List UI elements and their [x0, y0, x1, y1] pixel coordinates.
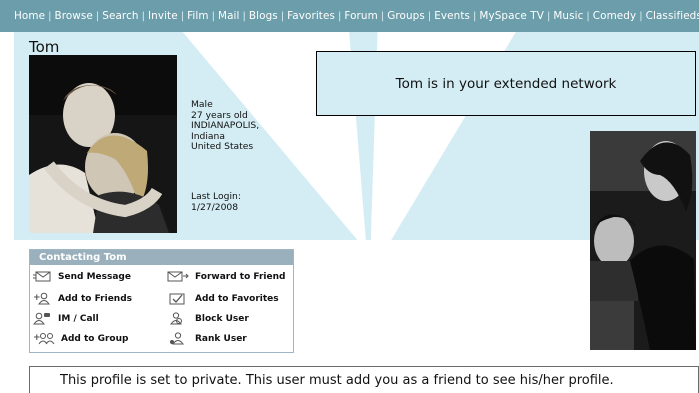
private-profile-notice: This profile is set to private. This use…	[29, 366, 699, 393]
nav-classifieds[interactable]: Classifieds	[646, 10, 699, 22]
nav-separator: |	[141, 10, 145, 22]
nav-separator: |	[427, 10, 432, 22]
rank-user-icon	[170, 332, 184, 345]
profile-name: Tom	[29, 38, 60, 56]
block-user-label: Block User	[195, 313, 249, 324]
last-login-date: 1/27/2008	[191, 201, 239, 213]
last-login: Last Login: 1/27/2008	[191, 191, 241, 213]
extended-network-text: Tom is in your extended network	[395, 75, 617, 92]
add-to-favorites-label: Add to Favorites	[195, 293, 279, 304]
nav-separator: |	[95, 10, 100, 22]
im-call-icon	[33, 312, 50, 325]
profile-details: Male 27 years old INDIANAPOLIS, Indiana …	[191, 99, 259, 153]
svg-text:+: +	[33, 333, 41, 343]
nav-separator: |	[639, 10, 643, 22]
favorites-icon	[169, 293, 185, 305]
nav-blogs[interactable]: Blogs	[249, 10, 278, 22]
nav-events[interactable]: Events	[434, 10, 470, 22]
contact-box-title: Contacting Tom	[30, 250, 293, 265]
last-login-label: Last Login:	[191, 191, 241, 202]
profile-gender: Male	[191, 99, 213, 110]
nav-mail[interactable]: Mail	[218, 10, 240, 22]
im-call-link[interactable]: IM / Call	[33, 312, 99, 325]
nav-separator: |	[211, 10, 215, 22]
nav-separator: |	[586, 10, 590, 22]
add-to-group-label: Add to Group	[61, 333, 129, 344]
send-message-label: Send Message	[58, 271, 131, 282]
nav-film[interactable]: Film	[187, 10, 209, 22]
top-navigation: Home | Browse | Search | Invite | Film | Mail…	[0, 0, 699, 32]
add-person-icon: +	[33, 292, 50, 305]
nav-separator: |	[380, 10, 385, 22]
forward-to-friend-label: Forward to Friend	[195, 271, 286, 282]
add-group-icon: +	[33, 333, 55, 345]
nav-separator: |	[180, 10, 185, 22]
nav-separator: |	[280, 10, 285, 22]
nav-myspace-tv[interactable]: MySpace TV	[479, 10, 544, 22]
nav-browse[interactable]: Browse	[54, 10, 92, 22]
nav-forum[interactable]: Forum	[344, 10, 377, 22]
nav-music[interactable]: Music	[553, 10, 583, 22]
banner-photo-image	[590, 131, 696, 350]
profile-photo-image	[29, 55, 177, 233]
contact-box: Contacting Tom Send Message + Add to Fri…	[29, 249, 294, 353]
profile-photo[interactable]	[29, 55, 177, 233]
background-margin	[0, 30, 14, 393]
send-message-link[interactable]: Send Message	[33, 271, 131, 282]
nav-home[interactable]: Home	[14, 10, 45, 22]
add-to-favorites-link[interactable]: Add to Favorites	[167, 292, 279, 305]
block-user-icon	[170, 312, 182, 325]
envelope-icon	[33, 271, 51, 282]
rank-user-link[interactable]: Rank User	[167, 332, 247, 345]
banner-photo	[590, 131, 696, 350]
forward-envelope-icon	[167, 271, 189, 282]
rank-user-label: Rank User	[195, 333, 247, 344]
forward-to-friend-link[interactable]: Forward to Friend	[167, 271, 285, 282]
profile-country: United States	[191, 141, 254, 153]
nav-separator: |	[48, 10, 52, 22]
nav-separator: |	[338, 10, 342, 22]
add-to-friends-label: Add to Friends	[58, 293, 133, 304]
extended-network-box: Tom is in your extended network	[316, 51, 696, 116]
nav-search[interactable]: Search	[102, 10, 138, 22]
svg-text:+: +	[33, 293, 41, 303]
nav-comedy[interactable]: Comedy	[593, 10, 636, 22]
nav-separator: |	[242, 10, 246, 22]
add-to-friends-link[interactable]: + Add to Friends	[33, 292, 132, 305]
nav-separator: |	[473, 10, 477, 22]
private-profile-text: This profile is set to private. This use…	[60, 373, 614, 388]
nav-separator: |	[546, 10, 551, 22]
nav-favorites[interactable]: Favorites	[287, 10, 335, 22]
nav-invite[interactable]: Invite	[148, 10, 178, 22]
nav-groups[interactable]: Groups	[387, 10, 425, 22]
add-to-group-link[interactable]: + Add to Group	[33, 332, 128, 345]
block-user-link[interactable]: Block User	[167, 312, 249, 325]
im-call-label: IM / Call	[58, 313, 99, 324]
